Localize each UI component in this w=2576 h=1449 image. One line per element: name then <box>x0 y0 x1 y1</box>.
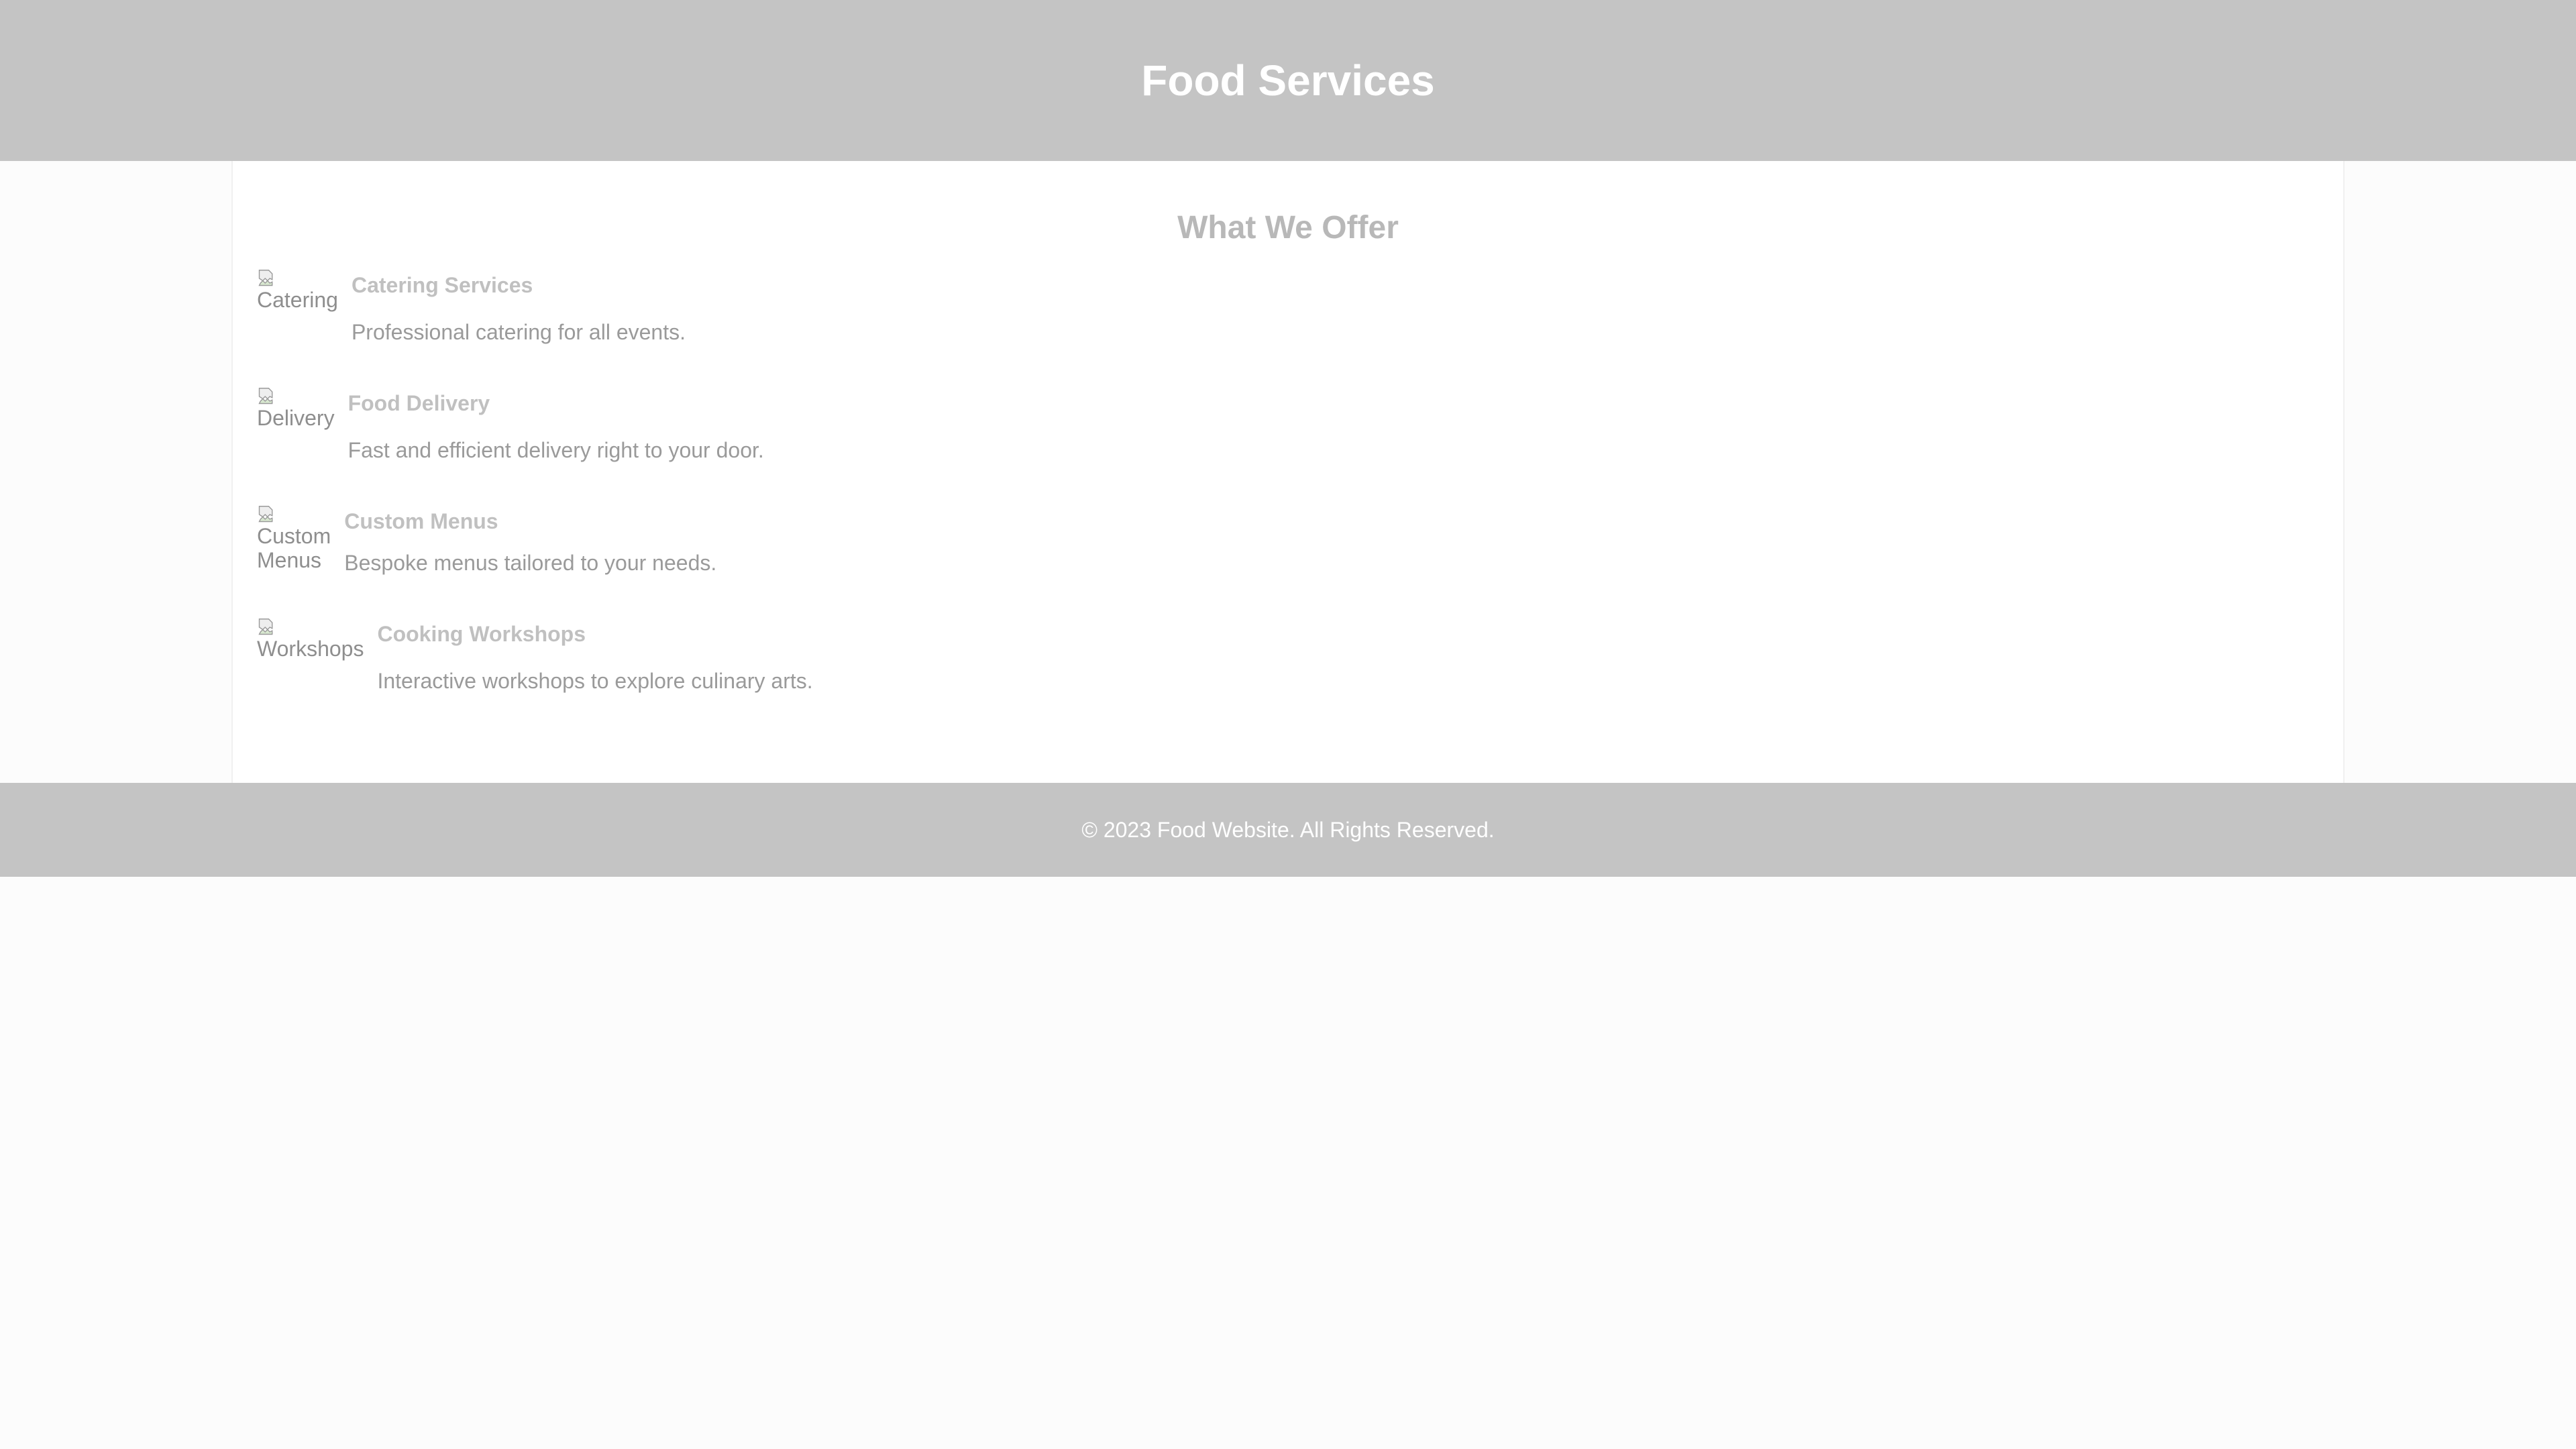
service-image-catering: Catering <box>257 269 338 312</box>
broken-image-icon <box>258 506 273 523</box>
service-description: Interactive workshops to explore culinar… <box>377 669 813 693</box>
service-text: Custom Menus Bespoke menus tailored to y… <box>344 505 716 576</box>
service-text: Catering Services Professional catering … <box>352 269 686 345</box>
copyright-text: © 2023 Food Website. All Rights Reserved… <box>1081 817 1495 842</box>
broken-image-icon <box>258 270 273 286</box>
service-name: Food Delivery <box>347 391 490 415</box>
broken-image-icon <box>258 619 273 635</box>
service-description: Fast and efficient delivery right to you… <box>347 438 764 462</box>
main-content: What We Offer Catering Catering Services… <box>231 161 2345 783</box>
broken-image-icon <box>258 388 273 405</box>
service-item-custom-menus: Custom Menus Custom Menus Bespoke menus … <box>257 505 2319 576</box>
service-image-delivery: Delivery <box>257 387 335 430</box>
service-name: Custom Menus <box>344 509 498 533</box>
service-name: Cooking Workshops <box>377 622 586 646</box>
service-image-workshops: Workshops <box>257 618 364 661</box>
service-description: Professional catering for all events. <box>351 320 686 344</box>
service-description: Bespoke menus tailored to your needs. <box>344 551 717 575</box>
image-alt-text: Delivery <box>257 406 335 430</box>
site-footer: © 2023 Food Website. All Rights Reserved… <box>0 783 2576 877</box>
service-name: Catering Services <box>351 273 533 297</box>
service-image-custom-menus: Custom Menus <box>257 505 331 572</box>
service-item-catering: Catering Catering Services Professional … <box>257 269 2319 345</box>
section-title: What We Offer <box>1177 210 1399 246</box>
service-item-delivery: Delivery Food Delivery Fast and efficien… <box>257 387 2319 464</box>
service-text: Cooking Workshops Interactive workshops … <box>377 618 812 694</box>
image-alt-text: Workshops <box>257 637 364 661</box>
image-alt-text: Catering <box>257 288 338 312</box>
service-text: Food Delivery Fast and efficient deliver… <box>348 387 764 464</box>
service-item-workshops: Workshops Cooking Workshops Interactive … <box>257 618 2319 694</box>
image-alt-text-line-1: Custom <box>257 524 331 548</box>
image-alt-text-line-2: Menus <box>257 548 322 572</box>
site-header: Food Services <box>0 0 2576 161</box>
page-title: Food Services <box>1141 56 1435 105</box>
